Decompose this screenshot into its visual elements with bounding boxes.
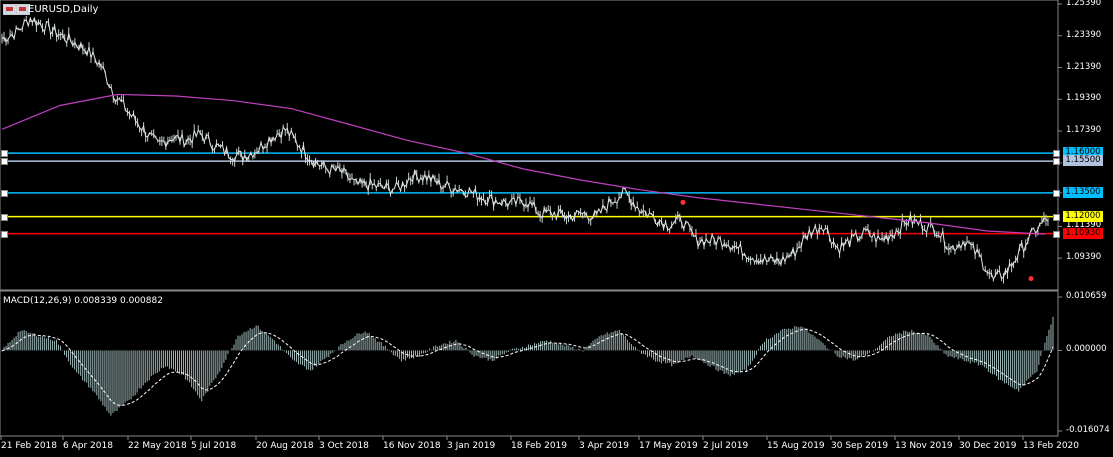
price-tick-label: 1.09390 xyxy=(1066,252,1102,263)
line-handle[interactable] xyxy=(1,213,8,221)
macd-label: MACD(12,26,9) 0.008339 0.000882 xyxy=(3,296,163,306)
line-handle[interactable] xyxy=(1053,230,1060,238)
fractal-marker xyxy=(680,199,686,205)
line-handle[interactable] xyxy=(1053,189,1060,197)
time-tick-label: 22 May 2018 xyxy=(128,441,187,451)
line-handle[interactable] xyxy=(1,150,8,158)
time-tick-label: 16 Nov 2018 xyxy=(383,441,441,451)
time-tick-label: 2 Jul 2019 xyxy=(703,441,749,451)
time-tick-label: 18 Feb 2019 xyxy=(511,441,568,451)
line-handle[interactable] xyxy=(1053,158,1060,166)
line-handle[interactable] xyxy=(1,189,8,197)
fractal-marker xyxy=(1028,276,1034,282)
macd-tick-label: 0.000000 xyxy=(1066,344,1107,355)
price-line-label: 1.10930 xyxy=(1063,227,1103,239)
time-tick-label: 3 Jan 2019 xyxy=(447,441,496,451)
price-tick-label: 1.23390 xyxy=(1066,29,1102,40)
price-tick-label: 1.17390 xyxy=(1066,125,1102,136)
time-tick-label: 3 Oct 2018 xyxy=(319,441,369,451)
time-tick-label: 30 Sep 2019 xyxy=(831,441,889,451)
price-line-label: 1.13500 xyxy=(1063,186,1103,198)
price-tick-label: 1.19390 xyxy=(1066,93,1102,104)
price-tick-label: 1.25390 xyxy=(1066,0,1102,8)
macd-pane-frame xyxy=(0,290,1059,437)
time-tick-label: 5 Jul 2018 xyxy=(191,441,237,451)
time-tick-label: 3 Apr 2019 xyxy=(579,441,629,451)
line-handle[interactable] xyxy=(1053,213,1060,221)
time-tick-label: 30 Dec 2019 xyxy=(959,441,1017,451)
line-handle[interactable] xyxy=(1053,150,1060,158)
time-tick-label: 15 Aug 2019 xyxy=(767,441,825,451)
macd-tick-label: -0.016074 xyxy=(1066,425,1110,435)
price-chart[interactable] xyxy=(0,0,1113,457)
time-tick-label: 20 Aug 2018 xyxy=(256,441,314,451)
time-tick-label: 13 Nov 2019 xyxy=(895,441,953,451)
main-pane-frame xyxy=(0,0,1059,291)
price-tick-label: 1.21390 xyxy=(1066,61,1102,72)
line-handle[interactable] xyxy=(1,230,8,238)
price-line-label: 1.15500 xyxy=(1063,155,1103,167)
time-tick-label: 13 Feb 2020 xyxy=(1023,441,1080,451)
eu-flag-icon xyxy=(3,4,17,15)
time-tick-label: 21 Feb 2018 xyxy=(1,441,58,451)
time-tick-label: 6 Apr 2018 xyxy=(63,441,113,451)
moving-average-line xyxy=(1,93,1046,235)
price-line xyxy=(1,16,1049,281)
time-tick-label: 17 May 2019 xyxy=(639,441,698,451)
macd-tick-label: 0.010659 xyxy=(1066,291,1107,301)
symbol-title: EURUSD,Daily xyxy=(28,4,99,15)
line-handle[interactable] xyxy=(1,158,8,166)
price-line-label: 1.12000 xyxy=(1063,210,1103,222)
